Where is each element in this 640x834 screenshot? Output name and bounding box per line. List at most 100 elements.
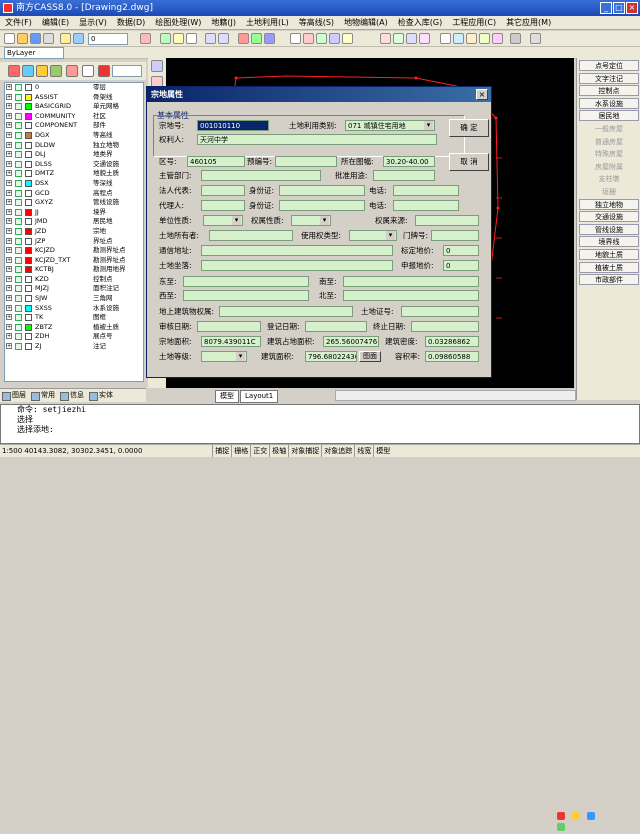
symbol-category-button[interactable]: 点号定位	[579, 60, 639, 71]
layer-visible-checkbox[interactable]	[15, 151, 22, 159]
layer-visible-checkbox[interactable]	[15, 122, 22, 130]
properties-icon[interactable]	[264, 33, 275, 44]
layer-visible-checkbox[interactable]	[15, 304, 22, 312]
review-date-field[interactable]	[197, 321, 261, 332]
menu-item-3[interactable]: 数据(D)	[112, 16, 150, 29]
ime-icon[interactable]	[557, 812, 565, 820]
expand-icon[interactable]: +	[6, 256, 12, 263]
layer-row[interactable]: + JJ 境界	[5, 208, 143, 218]
layer-visible-checkbox[interactable]	[15, 84, 22, 91]
layer-visible-checkbox[interactable]	[15, 141, 22, 149]
sun-icon[interactable]	[73, 33, 84, 44]
layer-color-swatch[interactable]	[25, 295, 32, 303]
move-icon[interactable]	[453, 33, 464, 44]
symbol-category-button[interactable]: 交通设施	[579, 211, 639, 223]
panel-tab-2[interactable]: 信息	[58, 389, 87, 402]
layer-row[interactable]: + BASICGRID 单元网格	[5, 102, 143, 112]
east-field[interactable]	[183, 276, 309, 287]
save-icon[interactable]	[30, 33, 41, 44]
layer-color-swatch[interactable]	[25, 160, 32, 168]
layer-row[interactable]: + DGX 等高线	[5, 131, 143, 141]
layer-color-swatch[interactable]	[25, 227, 32, 235]
layer-color-swatch[interactable]	[25, 199, 32, 207]
symbol-category-button[interactable]: 独立地物	[579, 198, 639, 210]
select-icon[interactable]	[151, 60, 163, 72]
status-toggle-0[interactable]: 捕捉	[212, 445, 231, 457]
expand-icon[interactable]: +	[6, 295, 12, 302]
expand-icon[interactable]: +	[6, 275, 12, 282]
layer-row[interactable]: + KCJZD 勘测界址点	[5, 246, 143, 256]
layer-row[interactable]: + ZJ 注记	[5, 342, 143, 352]
layer-row[interactable]: + TK 图框	[5, 313, 143, 323]
layer-visible-checkbox[interactable]	[15, 170, 22, 178]
symbol-category-button[interactable]: 境界线	[579, 236, 639, 248]
expand-icon[interactable]: +	[6, 93, 12, 100]
menu-item-8[interactable]: 地物编辑(A)	[339, 16, 393, 29]
menu-item-10[interactable]: 工程应用(C)	[447, 16, 501, 29]
layer-color-swatch[interactable]	[25, 285, 32, 293]
cert-no-field[interactable]	[401, 306, 479, 317]
layer-color-swatch[interactable]	[25, 314, 32, 322]
unit-nature-select[interactable]	[203, 215, 243, 226]
layer-row[interactable]: + KCJZD_TXT 勘测界址点	[5, 256, 143, 266]
circle-icon[interactable]	[329, 33, 340, 44]
panel-tab-1[interactable]: 常用	[29, 389, 58, 402]
expand-icon[interactable]: +	[6, 237, 12, 244]
status-toggle-7[interactable]: 模型	[373, 445, 392, 457]
menu-item-7[interactable]: 等高线(S)	[294, 16, 339, 29]
layer-visible-checkbox[interactable]	[15, 189, 22, 197]
register-date-field[interactable]	[305, 321, 367, 332]
status-toggle-2[interactable]: 正交	[250, 445, 269, 457]
command-area[interactable]: 命令: setjiezhi 选择 选择添地:	[0, 404, 640, 831]
symbol-category-button[interactable]: 植被土质	[579, 261, 639, 273]
expand-icon[interactable]: +	[6, 122, 12, 129]
layer-color-swatch[interactable]	[25, 131, 32, 139]
layer-manager-icon[interactable]	[251, 33, 262, 44]
layer-search-input[interactable]	[112, 65, 142, 77]
expand-icon[interactable]: +	[6, 247, 12, 254]
menu-item-9[interactable]: 检查入库(G)	[393, 16, 447, 29]
layer-color-swatch[interactable]	[25, 112, 32, 120]
panel-tab-0[interactable]: 图层	[0, 389, 29, 402]
layer-row[interactable]: + DLSS 交通设施	[5, 160, 143, 170]
menu-item-6[interactable]: 土地利用(L)	[241, 16, 294, 29]
phone-2-field[interactable]	[393, 200, 459, 211]
image-button[interactable]: 图面	[359, 351, 381, 362]
layer-visible-checkbox[interactable]	[15, 285, 22, 293]
zoom-extents-icon[interactable]	[419, 33, 430, 44]
layer-visible-checkbox[interactable]	[15, 237, 22, 245]
layer-visible-checkbox[interactable]	[15, 131, 22, 139]
layer-visible-checkbox[interactable]	[15, 295, 22, 303]
symbol-category-button[interactable]: 水系设施	[579, 97, 639, 109]
layer-visible-checkbox[interactable]	[15, 218, 22, 226]
plot-ratio-field[interactable]: 0.09860588	[425, 351, 479, 362]
layer-row[interactable]: + DMTZ 地貌土质	[5, 169, 143, 179]
id-card-2-field[interactable]	[279, 200, 365, 211]
end-date-field[interactable]	[411, 321, 479, 332]
layer-row[interactable]: + ASSIST 骨架线	[5, 93, 143, 103]
layer-visible-checkbox[interactable]	[15, 247, 22, 255]
maximize-icon[interactable]: □	[613, 2, 625, 14]
owner-field[interactable]: 天河中学	[197, 134, 437, 145]
zoom-window-icon[interactable]	[406, 33, 417, 44]
layer-visible-checkbox[interactable]	[15, 256, 22, 264]
menu-item-0[interactable]: 文件(F)	[0, 16, 37, 29]
layer-row[interactable]: + ZDH 展点号	[5, 332, 143, 342]
arc-icon[interactable]	[342, 33, 353, 44]
symbol-category-button[interactable]: 一般房屋	[579, 123, 639, 134]
layout-tab-0[interactable]: 模型	[215, 390, 239, 403]
layer-color-swatch[interactable]	[25, 247, 32, 255]
layer-row[interactable]: + JMD 居民地	[5, 217, 143, 227]
layer-visible-checkbox[interactable]	[15, 93, 22, 101]
layer-visible-checkbox[interactable]	[15, 179, 22, 187]
zoom-in-icon[interactable]	[380, 33, 391, 44]
expand-icon[interactable]: +	[6, 208, 12, 215]
expand-icon[interactable]: +	[6, 141, 12, 148]
cut-icon[interactable]	[160, 33, 171, 44]
dialog-close-icon[interactable]: ×	[476, 89, 488, 100]
layer-select[interactable]: 0	[88, 33, 128, 45]
south-field[interactable]	[343, 276, 479, 287]
keyboard-icon[interactable]	[586, 812, 595, 820]
building-density-field[interactable]: 0.03286862	[425, 336, 479, 347]
authority-field[interactable]	[201, 170, 321, 181]
